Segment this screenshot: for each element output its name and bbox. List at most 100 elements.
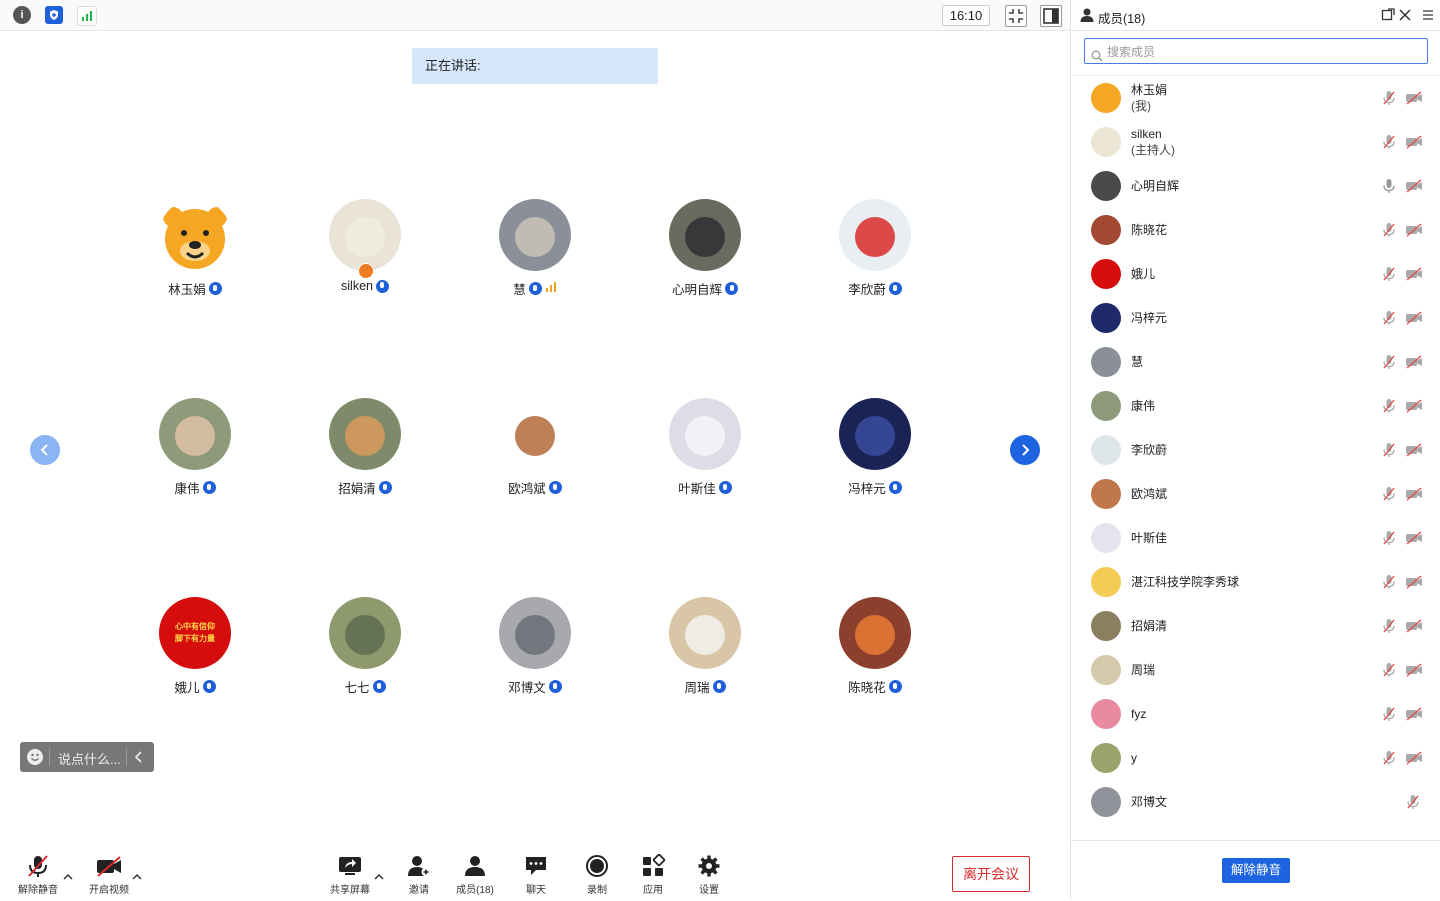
mic-muted-icon[interactable]	[1381, 486, 1397, 502]
close-panel-icon[interactable]	[1398, 8, 1412, 25]
video-off-icon[interactable]	[1405, 354, 1423, 370]
video-off-icon[interactable]	[1405, 398, 1423, 414]
quick-chat-box[interactable]: 说点什么...	[20, 742, 154, 772]
participant-tile[interactable]: 陈晓花	[800, 597, 950, 707]
emoji-icon[interactable]	[27, 749, 43, 765]
collapse-chat-icon[interactable]	[134, 750, 144, 767]
participant-avatar	[159, 398, 231, 470]
mic-muted-icon[interactable]	[1381, 662, 1397, 678]
chat-button[interactable]: 聊天	[508, 854, 564, 896]
member-row[interactable]: 心明自辉	[1071, 164, 1440, 208]
mic-muted-icon[interactable]	[1381, 266, 1397, 282]
exit-fullscreen-button[interactable]	[1005, 5, 1027, 27]
member-name-block: 邓博文	[1131, 780, 1167, 824]
member-row[interactable]: 周瑞	[1071, 648, 1440, 692]
video-off-icon[interactable]	[1405, 486, 1423, 502]
member-row[interactable]: 慧	[1071, 340, 1440, 384]
video-off-icon[interactable]	[1405, 662, 1423, 678]
start-video-button[interactable]: 开启视频	[81, 854, 137, 896]
participant-tile[interactable]: 李欣蔚	[800, 199, 950, 309]
member-search-input[interactable]: 搜索成员	[1084, 38, 1428, 64]
mic-muted-icon[interactable]	[1381, 442, 1397, 458]
video-off-icon[interactable]	[1405, 222, 1423, 238]
participant-tile[interactable]: 邓博文	[460, 597, 610, 707]
unmute-button[interactable]: 解除静音	[10, 854, 66, 896]
previous-page-button[interactable]	[30, 435, 60, 465]
video-off-icon[interactable]	[1405, 530, 1423, 546]
member-row[interactable]: 冯梓元	[1071, 296, 1440, 340]
info-icon[interactable]: i	[13, 6, 31, 24]
member-row[interactable]: 邓博文	[1071, 780, 1440, 824]
mic-muted-icon[interactable]	[1381, 354, 1397, 370]
member-row[interactable]: 康伟	[1071, 384, 1440, 428]
participant-tile[interactable]: 叶斯佳	[630, 398, 780, 508]
member-row[interactable]: 欧鸿斌	[1071, 472, 1440, 516]
participant-tile[interactable]: 七七	[290, 597, 440, 707]
popout-panel-icon[interactable]	[1381, 8, 1395, 25]
video-off-icon[interactable]	[1405, 750, 1423, 766]
video-off-icon[interactable]	[1405, 574, 1423, 590]
audio-options-chevron-icon[interactable]	[63, 868, 73, 886]
unmute-all-button[interactable]: 解除静音	[1222, 858, 1290, 883]
settings-button[interactable]: 设置	[681, 854, 737, 896]
mic-muted-icon[interactable]	[1381, 134, 1397, 150]
next-page-button[interactable]	[1010, 435, 1040, 465]
member-row[interactable]: 湛江科技学院李秀球	[1071, 560, 1440, 604]
mic-muted-icon[interactable]	[1381, 222, 1397, 238]
participant-tile[interactable]: 招娟清	[290, 398, 440, 508]
mic-status-icon	[718, 481, 732, 494]
participant-tile[interactable]: 林玉娟	[120, 199, 270, 309]
share-screen-button[interactable]: 共享屏幕	[322, 854, 378, 896]
mic-muted-icon[interactable]	[1381, 530, 1397, 546]
video-off-icon[interactable]	[1405, 178, 1423, 194]
participant-tile[interactable]: 慧	[460, 199, 610, 309]
participant-tile[interactable]: silken	[290, 199, 440, 309]
participant-name: 邓博文	[508, 681, 546, 695]
shield-icon[interactable]	[45, 6, 63, 24]
member-row[interactable]: 陈晓花	[1071, 208, 1440, 252]
video-off-icon[interactable]	[1405, 442, 1423, 458]
video-off-icon[interactable]	[1405, 90, 1423, 106]
participant-tile[interactable]: 欧鸿斌	[460, 398, 610, 508]
mic-muted-icon[interactable]	[1381, 574, 1397, 590]
member-row[interactable]: 林玉娟 (我)	[1071, 76, 1440, 120]
participant-tile[interactable]: 心中有信仰 脚下有力量 娥儿	[120, 597, 270, 707]
mic-on-icon[interactable]	[1381, 178, 1397, 194]
chat-input-placeholder[interactable]: 说点什么...	[58, 749, 121, 768]
signal-strength-icon[interactable]	[77, 6, 97, 26]
mic-muted-icon[interactable]	[1381, 90, 1397, 106]
member-row[interactable]: 李欣蔚	[1071, 428, 1440, 472]
member-row[interactable]: 叶斯佳	[1071, 516, 1440, 560]
member-row[interactable]: silken (主持人)	[1071, 120, 1440, 164]
video-options-chevron-icon[interactable]	[132, 868, 142, 886]
member-avatar	[1091, 523, 1121, 553]
video-off-icon[interactable]	[1405, 266, 1423, 282]
video-off-icon[interactable]	[1405, 134, 1423, 150]
mic-muted-icon[interactable]	[1381, 310, 1397, 326]
member-row[interactable]: 招娟清	[1071, 604, 1440, 648]
mic-muted-icon[interactable]	[1381, 706, 1397, 722]
video-off-icon[interactable]	[1405, 618, 1423, 634]
participant-tile[interactable]: 冯梓元	[800, 398, 950, 508]
member-row[interactable]: fyz	[1071, 692, 1440, 736]
mic-muted-icon[interactable]	[1381, 398, 1397, 414]
record-label: 录制	[587, 885, 607, 896]
participant-tile[interactable]: 周瑞	[630, 597, 780, 707]
member-row[interactable]: y	[1071, 736, 1440, 780]
participant-tile[interactable]: 心明自辉	[630, 199, 780, 309]
share-options-chevron-icon[interactable]	[374, 868, 384, 886]
toggle-sidebar-button[interactable]	[1040, 5, 1062, 27]
record-button[interactable]: 录制	[569, 854, 625, 896]
mic-muted-icon[interactable]	[1381, 618, 1397, 634]
video-off-icon[interactable]	[1405, 706, 1423, 722]
video-off-icon[interactable]	[1405, 310, 1423, 326]
invite-button[interactable]: 邀请	[391, 854, 447, 896]
participant-tile[interactable]: 康伟	[120, 398, 270, 508]
member-row[interactable]: 娥儿	[1071, 252, 1440, 296]
leave-meeting-button[interactable]: 离开会议	[952, 856, 1030, 892]
mic-muted-icon[interactable]	[1405, 794, 1421, 810]
members-button[interactable]: 成员(18)	[447, 854, 503, 896]
apps-button[interactable]: 应用	[625, 854, 681, 896]
panel-menu-icon[interactable]	[1421, 8, 1435, 25]
mic-muted-icon[interactable]	[1381, 750, 1397, 766]
